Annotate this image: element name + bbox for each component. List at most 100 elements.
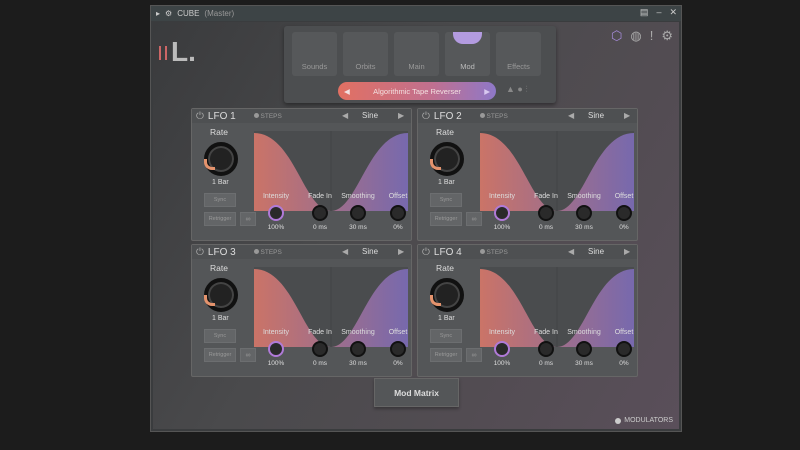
steps-toggle[interactable]: STEPS <box>253 248 282 256</box>
smoothing-knob[interactable] <box>350 205 366 221</box>
prev-preset-icon[interactable]: ◀ <box>344 87 350 96</box>
prev-shape-icon[interactable]: ◀ <box>568 247 574 256</box>
param-label: Offset <box>614 193 634 200</box>
globe-icon[interactable]: ◍ <box>630 28 641 44</box>
param-label: Smoothing <box>341 193 375 200</box>
tab-orbits[interactable]: Orbits <box>343 32 388 76</box>
rate-value: 1 Bar <box>212 179 229 186</box>
rate-value: 1 Bar <box>438 179 455 186</box>
lfo-panel-1: ⏻ LFO 1 STEPS ◀ Sine ▶ Rate 1 Bar Sync R… <box>191 108 412 241</box>
offset-knob[interactable] <box>390 341 406 357</box>
power-icon[interactable]: ⏻ <box>422 111 430 122</box>
rate-label: Rate <box>210 127 228 137</box>
shape-selector[interactable]: Sine <box>362 247 378 256</box>
steps-toggle[interactable]: STEPS <box>479 248 508 256</box>
power-icon[interactable]: ⏻ <box>196 247 204 258</box>
prev-shape-icon[interactable]: ◀ <box>342 111 348 120</box>
rate-value: 1 Bar <box>438 315 455 322</box>
steps-toggle[interactable]: STEPS <box>479 112 508 120</box>
lfo-name: LFO 1 <box>207 110 236 122</box>
plugin-content: L. ⬡ ◍ ! ⚙ ◀ Algorithmic Tape Reverser ▶… <box>153 22 679 429</box>
retrigger-button[interactable]: Retrigger <box>430 212 462 226</box>
lfo-panel-3: ⏻ LFO 3 STEPS ◀ Sine ▶ Rate 1 Bar Sync R… <box>191 244 412 377</box>
shape-selector[interactable]: Sine <box>588 247 604 256</box>
modulators-toggle[interactable]: MODULATORS <box>615 417 673 424</box>
fade-in-knob[interactable] <box>312 205 328 221</box>
next-shape-icon[interactable]: ▶ <box>624 111 630 120</box>
alert-icon[interactable]: ! <box>650 28 654 44</box>
prev-shape-icon[interactable]: ◀ <box>342 247 348 256</box>
nav-extra-icons[interactable]: ▲ ● ⫶ <box>506 84 528 95</box>
next-shape-icon[interactable]: ▶ <box>398 111 404 120</box>
param-label: Intensity <box>262 329 290 336</box>
param-label: Smoothing <box>567 329 601 336</box>
intensity-knob[interactable] <box>494 341 510 357</box>
window-title: CUBE <box>177 9 200 18</box>
expand-arrow-icon[interactable]: ▸ <box>156 9 160 18</box>
param-value: 0% <box>619 224 629 231</box>
offset-knob[interactable] <box>616 341 632 357</box>
preset-selector[interactable]: ◀ Algorithmic Tape Reverser ▶ <box>338 82 496 100</box>
next-shape-icon[interactable]: ▶ <box>398 247 404 256</box>
retrigger-button[interactable]: Retrigger <box>204 348 236 362</box>
power-icon[interactable]: ⏻ <box>196 111 204 122</box>
sync-button[interactable]: Sync <box>204 193 236 207</box>
fade-in-knob[interactable] <box>538 341 554 357</box>
steps-toggle[interactable]: STEPS <box>253 112 282 120</box>
param-label: Offset <box>614 329 634 336</box>
fade-in-knob[interactable] <box>538 205 554 221</box>
title-bar: ▸ ⚙ CUBE (Master) ▤ – ✕ <box>151 6 681 21</box>
power-icon[interactable]: ⏻ <box>422 247 430 258</box>
param-label: Intensity <box>488 193 516 200</box>
param-value: 30 ms <box>575 224 593 231</box>
smoothing-knob[interactable] <box>576 205 592 221</box>
shape-selector[interactable]: Sine <box>588 111 604 120</box>
retrigger-button[interactable]: Retrigger <box>204 212 236 226</box>
tab-main[interactable]: Main <box>394 32 439 76</box>
tab-sounds[interactable]: Sounds <box>292 32 337 76</box>
param-label: Offset <box>388 193 408 200</box>
menu-icon[interactable]: ▤ <box>640 7 649 18</box>
mod-matrix-button[interactable]: Mod Matrix <box>374 378 459 407</box>
rate-knob[interactable] <box>204 278 238 312</box>
param-label: Smoothing <box>567 193 601 200</box>
param-label: Offset <box>388 329 408 336</box>
settings-gear-icon[interactable]: ⚙ <box>661 28 673 44</box>
sync-button[interactable]: Sync <box>430 193 462 207</box>
sync-button[interactable]: Sync <box>430 329 462 343</box>
rate-knob[interactable] <box>430 278 464 312</box>
smoothing-knob[interactable] <box>576 341 592 357</box>
param-value: 0% <box>619 360 629 367</box>
rate-knob[interactable] <box>204 142 238 176</box>
preset-name: Algorithmic Tape Reverser <box>373 86 461 96</box>
offset-knob[interactable] <box>616 205 632 221</box>
rate-label: Rate <box>210 263 228 273</box>
close-button[interactable]: ✕ <box>669 7 677 18</box>
minimize-button[interactable]: – <box>656 7 661 18</box>
intensity-knob[interactable] <box>268 341 284 357</box>
rate-label: Rate <box>436 263 454 273</box>
param-value: 0% <box>393 224 403 231</box>
param-label: Intensity <box>262 193 290 200</box>
shape-selector[interactable]: Sine <box>362 111 378 120</box>
sync-button[interactable]: Sync <box>204 329 236 343</box>
tab-mod[interactable]: Mod <box>445 32 490 76</box>
intensity-knob[interactable] <box>494 205 510 221</box>
gear-icon[interactable]: ⚙ <box>165 9 172 18</box>
smoothing-knob[interactable] <box>350 341 366 357</box>
next-shape-icon[interactable]: ▶ <box>624 247 630 256</box>
param-value: 100% <box>267 360 285 367</box>
intensity-knob[interactable] <box>268 205 284 221</box>
fade-in-knob[interactable] <box>312 341 328 357</box>
param-label: Smoothing <box>341 329 375 336</box>
offset-knob[interactable] <box>390 205 406 221</box>
lfo-panel-2: ⏻ LFO 2 STEPS ◀ Sine ▶ Rate 1 Bar Sync R… <box>417 108 638 241</box>
lfo-name: LFO 4 <box>433 246 462 258</box>
next-preset-icon[interactable]: ▶ <box>484 87 490 96</box>
param-value: 100% <box>493 360 511 367</box>
retrigger-button[interactable]: Retrigger <box>430 348 462 362</box>
prev-shape-icon[interactable]: ◀ <box>568 111 574 120</box>
cube-icon[interactable]: ⬡ <box>611 28 622 44</box>
tab-effects[interactable]: Effects <box>496 32 541 76</box>
rate-knob[interactable] <box>430 142 464 176</box>
